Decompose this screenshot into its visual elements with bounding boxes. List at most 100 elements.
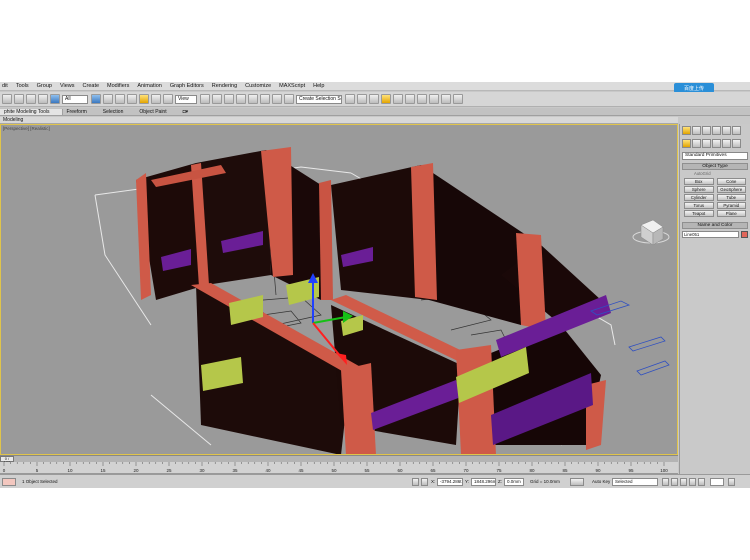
go-to-end-icon[interactable] bbox=[698, 478, 705, 486]
object-type-rollout[interactable]: Object Type bbox=[682, 163, 748, 170]
create-tab-icon[interactable] bbox=[682, 126, 691, 135]
modify-tab-icon[interactable] bbox=[692, 126, 701, 135]
pivot-center-icon[interactable] bbox=[200, 94, 210, 104]
x-coordinate-field[interactable]: -3794.286t bbox=[437, 478, 463, 486]
keyboard-shortcut-icon[interactable] bbox=[224, 94, 234, 104]
menu-group[interactable]: Group bbox=[37, 83, 52, 89]
plane-button[interactable]: Plane bbox=[716, 210, 746, 217]
rotate-icon[interactable] bbox=[151, 94, 161, 104]
viewcube-icon[interactable] bbox=[632, 219, 670, 246]
key-icon[interactable] bbox=[570, 478, 584, 486]
graphite-tools-icon[interactable] bbox=[381, 94, 391, 104]
menu-modifiers[interactable]: Modifiers bbox=[107, 83, 129, 89]
tube-button[interactable]: Tube bbox=[716, 194, 746, 201]
menu-help[interactable]: Help bbox=[313, 83, 324, 89]
menu-tools[interactable]: Tools bbox=[16, 83, 29, 89]
select-by-name-icon[interactable] bbox=[103, 94, 113, 104]
spinner-snap-icon[interactable] bbox=[272, 94, 282, 104]
tab-freeform[interactable]: Freeform bbox=[63, 109, 99, 115]
material-editor-icon[interactable] bbox=[417, 94, 427, 104]
primitive-category-select[interactable]: Standard Primitives bbox=[682, 152, 748, 160]
hierarchy-tab-icon[interactable] bbox=[702, 126, 711, 135]
display-tab-icon[interactable] bbox=[722, 126, 731, 135]
snap-toggle-icon[interactable] bbox=[236, 94, 246, 104]
region-select-icon[interactable] bbox=[115, 94, 125, 104]
track-bar[interactable]: 0 5 10 15 20 25 30 35 40 45 50 55 60 65 70 75 80 85 90 95 10… bbox=[0, 462, 678, 474]
utilities-tab-icon[interactable] bbox=[732, 126, 741, 135]
menu-edit[interactable]: dit bbox=[2, 83, 8, 89]
reference-coord-select[interactable]: View bbox=[175, 94, 197, 104]
scale-icon[interactable] bbox=[163, 94, 173, 104]
schematic-view-icon[interactable] bbox=[405, 94, 415, 104]
perspective-viewport[interactable]: [Perspective] [Realistic] bbox=[0, 124, 678, 455]
sphere-button[interactable]: Sphere bbox=[684, 186, 714, 193]
select-object-icon[interactable] bbox=[91, 94, 101, 104]
go-to-start-icon[interactable] bbox=[662, 478, 669, 486]
tab-object-paint[interactable]: Object Paint bbox=[135, 109, 178, 115]
cone-button[interactable]: Cone bbox=[716, 178, 746, 185]
render-setup-icon[interactable] bbox=[429, 94, 439, 104]
render-production-icon[interactable] bbox=[453, 94, 463, 104]
rendered-frame-icon[interactable] bbox=[441, 94, 451, 104]
cylinder-button[interactable]: Cylinder bbox=[684, 194, 714, 201]
named-selection-set-select[interactable]: Create Selection Set bbox=[296, 94, 342, 104]
y-coordinate-field[interactable]: 1848.296m bbox=[471, 478, 496, 486]
space-warps-icon[interactable] bbox=[732, 139, 741, 148]
pyramid-button[interactable]: Pyramid bbox=[716, 202, 746, 209]
mirror-icon[interactable] bbox=[345, 94, 355, 104]
link-icon[interactable] bbox=[26, 94, 36, 104]
create-category-icons bbox=[680, 137, 750, 150]
menu-graph-editors[interactable]: Graph Editors bbox=[170, 83, 204, 89]
selection-filter-select[interactable]: All bbox=[62, 94, 88, 104]
box-button[interactable]: Box bbox=[684, 178, 714, 185]
helpers-icon[interactable] bbox=[722, 139, 731, 148]
lights-icon[interactable] bbox=[702, 139, 711, 148]
align-icon[interactable] bbox=[357, 94, 367, 104]
layer-manager-icon[interactable] bbox=[369, 94, 379, 104]
menu-customize[interactable]: Customize bbox=[245, 83, 271, 89]
undo-icon[interactable] bbox=[2, 94, 12, 104]
window-crossing-icon[interactable] bbox=[127, 94, 137, 104]
current-frame-field[interactable] bbox=[710, 478, 724, 486]
auto-key-button[interactable]: Auto Key bbox=[592, 479, 610, 484]
object-color-swatch[interactable] bbox=[741, 231, 748, 238]
viewport-label[interactable]: [Perspective] [Realistic] bbox=[3, 126, 50, 131]
menu-rendering[interactable]: Rendering bbox=[212, 83, 237, 89]
time-slider[interactable]: 0 / 100 bbox=[0, 455, 678, 465]
teapot-button[interactable]: Teapot bbox=[684, 210, 714, 217]
curve-editor-icon[interactable] bbox=[393, 94, 403, 104]
angle-snap-icon[interactable] bbox=[248, 94, 258, 104]
unlink-icon[interactable] bbox=[38, 94, 48, 104]
menu-animation[interactable]: Animation bbox=[137, 83, 161, 89]
bind-space-warp-icon[interactable] bbox=[50, 94, 60, 104]
lock-selection-icon[interactable] bbox=[412, 478, 419, 486]
previous-frame-icon[interactable] bbox=[671, 478, 678, 486]
ribbon-options-icon[interactable]: ◘▾ bbox=[179, 109, 201, 115]
next-frame-icon[interactable] bbox=[689, 478, 696, 486]
cameras-icon[interactable] bbox=[712, 139, 721, 148]
absolute-mode-icon[interactable] bbox=[421, 478, 428, 486]
play-icon[interactable] bbox=[680, 478, 687, 486]
select-manipulate-icon[interactable] bbox=[212, 94, 222, 104]
shapes-icon[interactable] bbox=[692, 139, 701, 148]
torus-button[interactable]: Torus bbox=[684, 202, 714, 209]
key-filter-select[interactable]: Selected bbox=[612, 478, 658, 486]
redo-icon[interactable] bbox=[14, 94, 24, 104]
menu-maxscript[interactable]: MAXScript bbox=[279, 83, 305, 89]
ribbon-panel-label[interactable]: Modeling bbox=[0, 117, 23, 123]
tab-selection[interactable]: Selection bbox=[99, 109, 136, 115]
maxscript-listener-box[interactable] bbox=[2, 478, 16, 486]
name-and-color-rollout[interactable]: Name and Color bbox=[682, 222, 748, 229]
geometry-icon[interactable] bbox=[682, 139, 691, 148]
percent-snap-icon[interactable] bbox=[260, 94, 270, 104]
menu-create[interactable]: Create bbox=[83, 83, 100, 89]
menu-views[interactable]: Views bbox=[60, 83, 75, 89]
tab-graphite-modeling-tools[interactable]: phite Modeling Tools bbox=[0, 108, 63, 115]
z-coordinate-field[interactable]: 0.0mm bbox=[504, 478, 524, 486]
time-configuration-icon[interactable] bbox=[728, 478, 735, 486]
edit-named-selection-icon[interactable] bbox=[284, 94, 294, 104]
object-name-field[interactable]: Line051 bbox=[682, 231, 739, 238]
move-icon[interactable] bbox=[139, 94, 149, 104]
motion-tab-icon[interactable] bbox=[712, 126, 721, 135]
geosphere-button[interactable]: GeoSphere bbox=[716, 186, 746, 193]
